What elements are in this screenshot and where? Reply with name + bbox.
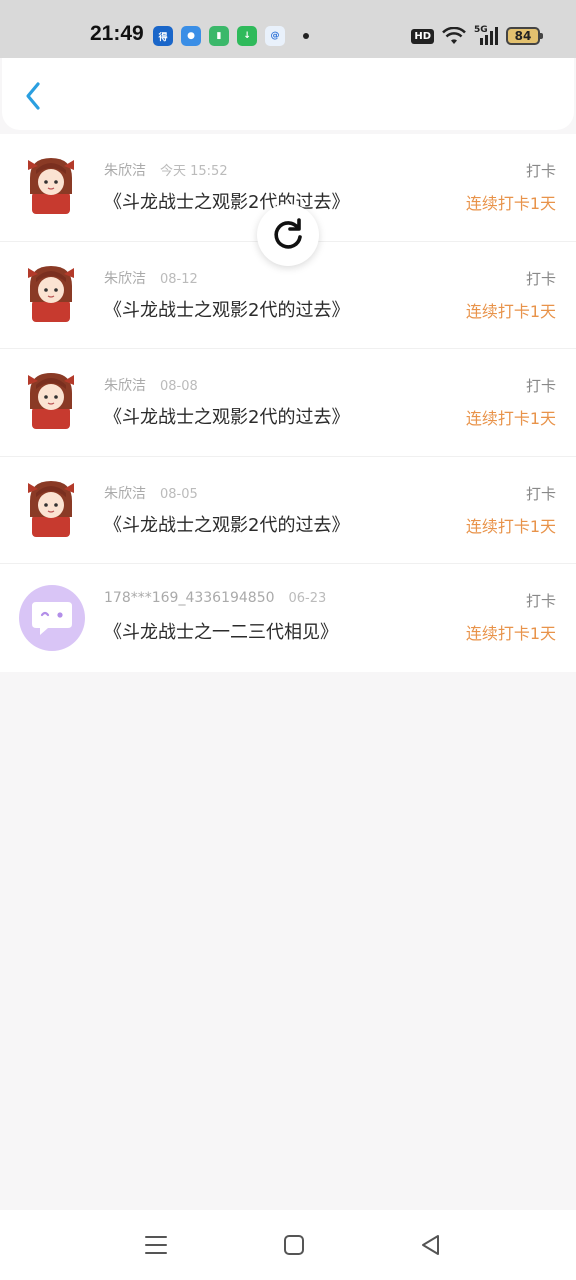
record-action: 打卡 [525,269,556,288]
avatar [22,262,80,324]
home-button[interactable] [281,1232,307,1258]
record-date: 08-05 [160,486,198,502]
app-notification-icon: ↓ [237,26,257,46]
streak-label: 连续打卡1天 [465,516,556,536]
avatar [22,369,80,431]
record-date: 今天 15:52 [160,164,228,179]
more-notifications-dot [303,33,309,39]
recent-apps-button[interactable] [143,1232,169,1258]
avatar [22,477,80,539]
refresh-button[interactable] [257,204,319,266]
avatar [19,585,85,651]
system-back-button[interactable] [418,1232,444,1258]
user-name: 朱欣洁 [104,163,146,179]
battery-icon: 84 [506,27,543,45]
record-date: 08-12 [160,271,198,287]
record-action: 打卡 [525,592,556,610]
record-meta: 朱欣洁 08-05 [104,483,198,503]
record-meta: 朱欣洁 今天 15:52 [104,160,228,180]
menu-icon [145,1236,167,1254]
back-button[interactable] [18,78,50,114]
record-meta: 朱欣洁 08-12 [104,268,198,288]
app-notification-icon: ▮ [209,26,229,46]
square-icon [284,1235,304,1255]
record-date: 08-08 [160,379,198,394]
list-item[interactable]: 朱欣洁 08-05 《斗龙战士之观影2代的过去》 打卡 连续打卡1天 [0,456,576,564]
record-date: 06-23 [288,591,327,606]
avatar [22,154,80,216]
streak-label: 连续打卡1天 [465,409,556,428]
user-name: 朱欣洁 [104,378,146,394]
signal-icon: 5G [474,25,498,45]
record-title: 《斗龙战士之观影2代的过去》 [104,407,350,428]
record-title: 《斗龙战士之观影2代的过去》 [104,514,350,536]
user-name: 朱欣洁 [104,270,146,287]
record-title: 《斗龙战士之一二三代相见》 [104,622,338,643]
list-item[interactable]: 178***169_4336194850 06-23 《斗龙战士之一二三代相见》 … [0,564,576,672]
wifi-icon [442,27,466,44]
header [2,58,574,130]
record-action: 打卡 [525,377,556,395]
hd-icon: HD [411,28,434,44]
record-title: 《斗龙战士之观影2代的过去》 [104,299,350,321]
streak-label: 连续打卡1天 [465,301,556,321]
status-bar: 21:49 得 ● ▮ ↓ @ HD 5G 84 [0,0,576,58]
record-action: 打卡 [525,162,556,180]
notification-icons: 得 ● ▮ ↓ @ [153,25,309,47]
record-title: 《斗龙战士之观影2代的过去》 [104,192,350,213]
system-nav-bar [0,1210,576,1280]
list-item[interactable]: 朱欣洁 08-08 《斗龙战士之观影2代的过去》 打卡 连续打卡1天 [0,349,576,457]
record-meta: 178***169_4336194850 06-23 [104,590,326,606]
streak-label: 连续打卡1天 [465,194,556,213]
status-time: 21:49 [90,22,144,45]
app-notification-icon: 得 [153,26,173,46]
chevron-left-icon [26,82,40,110]
streak-label: 连续打卡1天 [465,624,556,643]
app-notification-icon: @ [265,26,285,46]
refresh-icon [274,218,302,249]
user-name: 朱欣洁 [104,485,146,502]
network-type: 5G [474,25,488,35]
record-meta: 朱欣洁 08-08 [104,375,198,395]
user-name: 178***169_4336194850 [104,590,275,606]
app-notification-icon: ● [181,26,201,46]
chat-bubble-icon [32,602,72,635]
record-action: 打卡 [525,484,556,503]
triangle-back-icon [422,1235,439,1255]
